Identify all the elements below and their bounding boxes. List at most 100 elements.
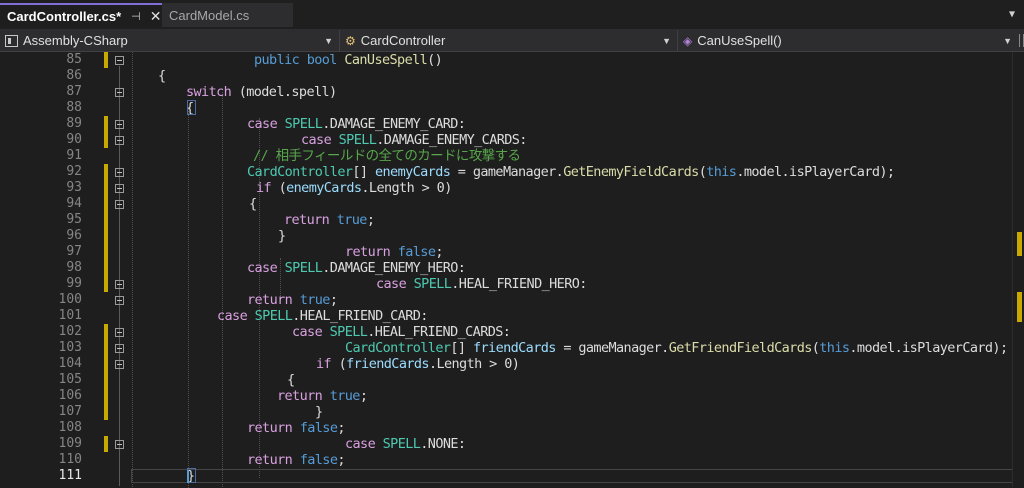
code-token: {	[158, 68, 166, 84]
code-token: .DAMAGE_ENEMY_CARD:	[322, 116, 466, 132]
line-number: 92	[66, 164, 82, 179]
code-token: return	[345, 244, 398, 260]
collapse-icon[interactable]	[115, 296, 124, 305]
code-token: if	[316, 356, 332, 372]
code-token: case	[247, 116, 285, 132]
code-line[interactable]: 89 case SPELL.DAMAGE_ENEMY_CARD:	[0, 116, 1024, 132]
code-text: if (friendCards.Length > 0)	[316, 356, 520, 372]
collapse-icon[interactable]	[115, 168, 124, 177]
code-line[interactable]: 95 return true;	[0, 212, 1024, 228]
code-token: }	[315, 404, 323, 420]
code-line[interactable]: 92 CardController[] enemyCards = gameMana…	[0, 164, 1024, 180]
code-text: switch (model.spell)	[186, 84, 337, 100]
chevron-down-icon[interactable]: ▼	[1009, 9, 1015, 20]
code-line[interactable]: 93 if (enemyCards.Length > 0)	[0, 180, 1024, 196]
code-editor[interactable]: 85 public bool CanUseSpell() 86 {87 switch (…	[0, 52, 1024, 488]
code-token: return	[284, 212, 337, 228]
code-line[interactable]: 90 case SPELL.DAMAGE_ENEMY_CARDS:	[0, 132, 1024, 148]
line-number: 105	[58, 372, 82, 387]
code-token: ;	[359, 388, 368, 404]
code-token: true	[336, 212, 368, 228]
code-text: return false;	[247, 420, 345, 436]
code-token: ;	[329, 292, 338, 308]
code-line[interactable]: 111}	[0, 468, 1024, 484]
split-editor-handle[interactable]	[1019, 34, 1024, 47]
collapse-icon[interactable]	[115, 344, 124, 353]
collapse-icon[interactable]	[115, 88, 124, 97]
line-number: 100	[58, 292, 82, 307]
change-marker	[1017, 232, 1022, 256]
code-line[interactable]: 110 return false;	[0, 452, 1024, 468]
code-token: {	[249, 196, 257, 212]
change-marker	[104, 356, 108, 372]
collapse-icon[interactable]	[115, 136, 124, 145]
code-token: (	[331, 356, 347, 372]
line-number: 91	[66, 148, 82, 163]
code-token: case	[217, 308, 255, 324]
code-token: GetEnemyFieldCards	[563, 164, 699, 180]
code-token: .NONE:	[420, 436, 466, 452]
code-line[interactable]: 96}	[0, 228, 1024, 244]
collapse-icon[interactable]	[115, 184, 124, 193]
collapse-icon[interactable]	[115, 440, 124, 449]
code-token: this	[819, 340, 850, 356]
code-line[interactable]: 107}	[0, 404, 1024, 420]
collapse-icon[interactable]	[115, 200, 124, 209]
code-line[interactable]: 98 case SPELL.DAMAGE_ENEMY_HERO:	[0, 260, 1024, 276]
pin-icon[interactable]: ⊣	[131, 10, 141, 23]
code-line[interactable]: 109 case SPELL.NONE:	[0, 436, 1024, 452]
member-dropdown[interactable]: ◈ CanUseSpell() ▼	[679, 30, 1018, 51]
change-marker	[104, 212, 108, 228]
code-line[interactable]: 104 if (friendCards.Length > 0)	[0, 356, 1024, 372]
code-token: SPELL	[382, 436, 421, 452]
code-line[interactable]: 97 return false;	[0, 244, 1024, 260]
tab-cardcontroller[interactable]: CardController.cs* ⊣ ✕	[0, 3, 162, 27]
code-token: true	[329, 388, 361, 404]
code-token: SPELL	[284, 260, 323, 276]
change-marker	[104, 52, 108, 68]
code-line[interactable]: 91 // 相手フィールドの全てのカードに攻撃する	[0, 148, 1024, 164]
collapse-icon[interactable]	[115, 328, 124, 337]
code-line[interactable]: 99 case SPELL.HEAL_FRIEND_HERO:	[0, 276, 1024, 292]
type-dropdown[interactable]: ⚙ CardController ▼	[341, 30, 678, 51]
collapse-icon[interactable]	[115, 280, 124, 289]
code-line[interactable]: 88{	[0, 100, 1024, 116]
tab-cardmodel[interactable]: CardModel.cs	[162, 3, 293, 27]
code-line[interactable]: 103 CardController[] friendCards = gameMa…	[0, 340, 1024, 356]
code-token: = gameManager.	[555, 340, 669, 356]
code-token: friendCards	[472, 340, 556, 356]
code-line[interactable]: 100 return true;	[0, 292, 1024, 308]
close-icon[interactable]: ✕	[150, 8, 162, 25]
code-line[interactable]: 108 return false;	[0, 420, 1024, 436]
vertical-scrollbar[interactable]	[1012, 52, 1024, 487]
code-token: case	[376, 276, 414, 292]
project-dropdown[interactable]: Assembly-CSharp ▼	[0, 30, 340, 51]
line-number: 89	[66, 116, 82, 131]
collapse-icon[interactable]	[115, 56, 124, 65]
code-token: case	[345, 436, 383, 452]
collapse-icon[interactable]	[115, 360, 124, 369]
code-line[interactable]: 106 return true;	[0, 388, 1024, 404]
line-number: 109	[58, 436, 82, 451]
type-name: CardController	[360, 33, 446, 48]
code-token: friendCards	[346, 356, 429, 372]
code-line[interactable]: 102 case SPELL.HEAL_FRIEND_CARDS:	[0, 324, 1024, 340]
change-marker	[104, 404, 108, 420]
code-token: return	[247, 292, 300, 308]
code-token: .DAMAGE_ENEMY_HERO:	[322, 260, 466, 276]
change-marker	[104, 244, 108, 260]
code-text: CardController[] enemyCards = gameManage…	[247, 164, 895, 180]
code-token: CardController	[247, 164, 353, 180]
code-line[interactable]: 105 {	[0, 372, 1024, 388]
code-line[interactable]: 94 {	[0, 196, 1024, 212]
code-text: {	[287, 372, 295, 388]
code-token: CardController	[345, 340, 451, 356]
collapse-icon[interactable]	[115, 120, 124, 129]
line-number: 108	[58, 420, 82, 435]
code-line[interactable]: 86 {	[0, 68, 1024, 84]
code-token: false	[299, 420, 338, 436]
code-line[interactable]: 101 case SPELL.HEAL_FRIEND_CARD:	[0, 308, 1024, 324]
code-line[interactable]: 87 switch (model.spell)	[0, 84, 1024, 100]
change-marker	[104, 164, 108, 180]
code-line[interactable]: 85 public bool CanUseSpell()	[0, 52, 1024, 68]
